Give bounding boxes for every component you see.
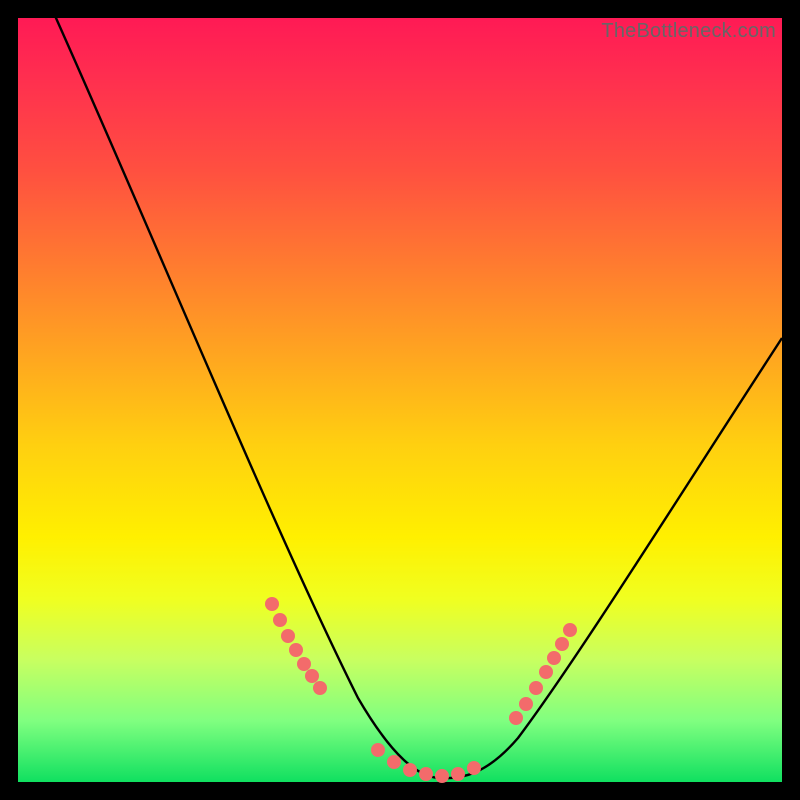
marker-cluster-right bbox=[509, 623, 577, 725]
chart-svg bbox=[18, 18, 782, 782]
chart-frame: TheBottleneck.com bbox=[18, 18, 782, 782]
bottleneck-curve bbox=[38, 0, 782, 778]
